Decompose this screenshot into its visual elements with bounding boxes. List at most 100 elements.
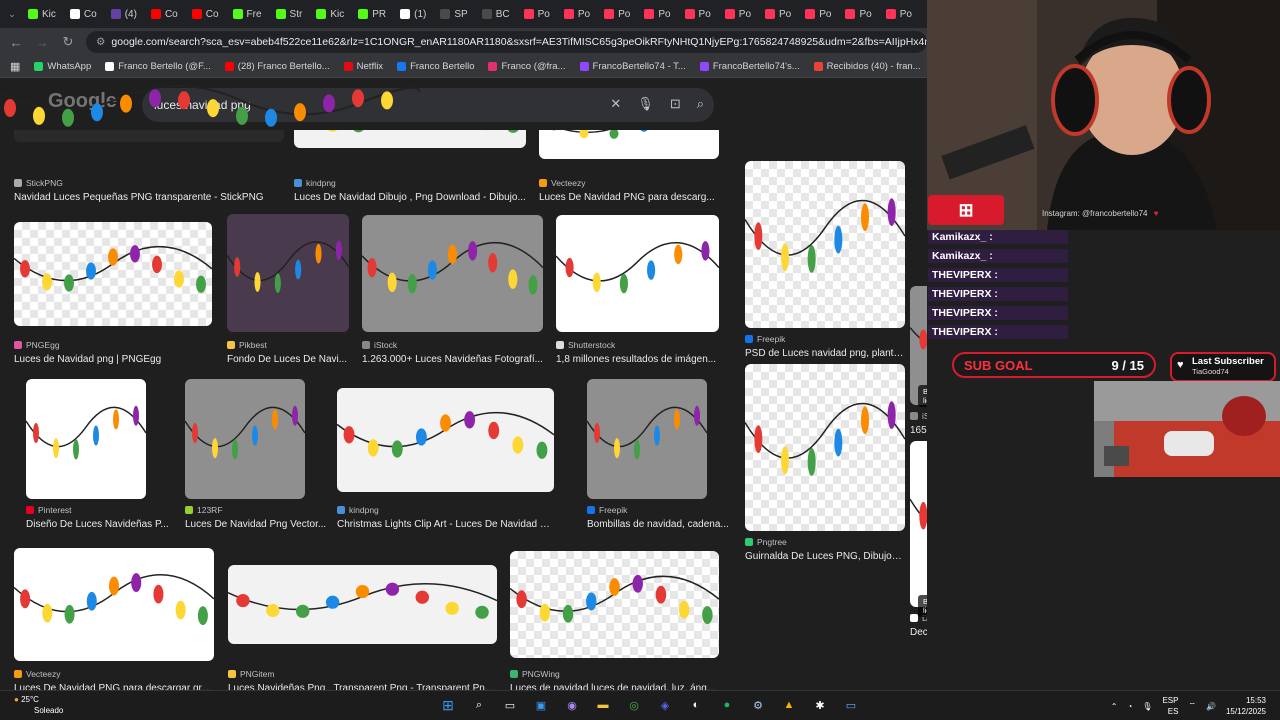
result-source[interactable]: StickPNG xyxy=(14,178,63,188)
result-thumbnail[interactable] xyxy=(228,565,497,644)
back-icon[interactable]: ← xyxy=(8,35,24,50)
browser-tab[interactable]: Co xyxy=(186,3,225,25)
tab-search-icon[interactable]: ⌄ xyxy=(4,9,20,20)
search-input[interactable] xyxy=(154,98,574,112)
steam-icon[interactable]: ⚙ xyxy=(748,695,768,715)
result-source[interactable]: Shutterstock xyxy=(556,340,615,350)
result-source[interactable]: Vecteezy xyxy=(539,178,586,188)
browser-tab[interactable]: Kic xyxy=(310,3,350,25)
result-source[interactable]: kindpng xyxy=(294,178,336,188)
reload-icon[interactable]: ↻ xyxy=(60,34,76,50)
browser-tab[interactable]: Co xyxy=(64,3,103,25)
browser-tab[interactable]: Po xyxy=(880,3,918,25)
result-caption[interactable]: Bombillas de navidad, cadena... xyxy=(587,519,747,530)
browser-tab[interactable]: Po xyxy=(759,3,797,25)
site-info-icon[interactable]: ⚙ xyxy=(96,36,105,48)
result-caption[interactable]: PSD de Luces navidad png, plantillas... xyxy=(745,348,905,359)
result-source[interactable]: kindpng xyxy=(337,505,379,515)
result-source[interactable]: Pikbest xyxy=(227,340,267,350)
chevron-up-icon[interactable]: ⌃ xyxy=(1111,702,1118,711)
browser-tab[interactable]: Fre xyxy=(227,3,268,25)
weather-widget[interactable]: ● 25°C Soleado xyxy=(14,694,63,716)
result-source[interactable]: Freepik xyxy=(587,505,627,515)
result-source[interactable]: Pinterest xyxy=(26,505,72,515)
result-source[interactable]: 123RF xyxy=(185,505,223,515)
windows-start-icon[interactable]: ⊞ xyxy=(438,695,458,715)
result-caption[interactable]: Luces De Navidad Png Vector... xyxy=(185,519,345,530)
browser-tab[interactable]: BC xyxy=(476,3,516,25)
bookmark-item[interactable]: Franco Bertello (@F... xyxy=(105,61,211,72)
drive-icon[interactable]: ▲ xyxy=(779,695,799,715)
volume-icon[interactable]: 🔊 xyxy=(1206,702,1216,711)
result-caption[interactable]: Diseño De Luces Navideñas P... xyxy=(26,519,186,530)
browser-tab[interactable]: Po xyxy=(638,3,676,25)
bookmark-item[interactable]: Franco (@fra... xyxy=(488,61,566,72)
search-box[interactable]: ✕ 🎙 ⊡ ⌕ xyxy=(142,88,714,122)
result-source[interactable]: iStock xyxy=(362,340,397,350)
obs-icon[interactable]: ◉ xyxy=(562,695,582,715)
result-caption[interactable]: 165.300+ Lights Christmas Ilustracione..… xyxy=(910,425,927,436)
result-caption[interactable]: Luces De Navidad PNG para descargar grat… xyxy=(14,683,214,690)
result-source[interactable]: Freepik xyxy=(745,334,785,344)
result-thumbnail[interactable] xyxy=(556,215,719,332)
clock[interactable]: 15:53 15/12/2025 xyxy=(1226,695,1266,717)
browser-tab[interactable]: Po xyxy=(679,3,717,25)
browser-tab[interactable]: Po xyxy=(598,3,636,25)
result-thumbnail[interactable] xyxy=(910,441,927,607)
language-indicator[interactable]: ESP ES xyxy=(1162,695,1178,717)
browser-tab[interactable]: Str xyxy=(270,3,309,25)
search-icon[interactable]: ⌕ xyxy=(697,96,704,112)
result-thumbnail[interactable] xyxy=(337,388,554,492)
mic-icon[interactable]: 🎙 xyxy=(1142,702,1152,711)
wifi-icon[interactable]: ⌔ xyxy=(1188,701,1196,711)
result-thumbnail[interactable] xyxy=(745,161,905,328)
forward-icon[interactable]: → xyxy=(34,35,50,50)
result-thumbnail[interactable] xyxy=(362,215,543,332)
result-source[interactable]: PNGitem xyxy=(228,669,274,679)
result-source[interactable]: PNGEgg xyxy=(14,340,60,350)
chrome-icon[interactable]: ◎ xyxy=(624,695,644,715)
browser-tab[interactable]: Kic xyxy=(22,3,62,25)
browser-tab[interactable]: Po xyxy=(839,3,877,25)
result-thumbnail[interactable] xyxy=(227,214,349,332)
browser-tab[interactable]: Po xyxy=(558,3,596,25)
result-caption[interactable]: Navidad Luces Pequeñas PNG transparente … xyxy=(14,192,284,203)
browser-tab[interactable]: (1) xyxy=(394,3,432,25)
url-field[interactable]: ⚙ google.com/search?sca_esv=abeb4f522ce1… xyxy=(86,31,927,53)
task-view-icon[interactable]: ▭ xyxy=(500,695,520,715)
result-caption[interactable]: Decoración Navideña Con Ramas De... xyxy=(910,627,927,638)
apps-grid-icon[interactable]: ▦ xyxy=(10,60,20,73)
result-caption[interactable]: Luces De Navidad Dibujo , Png Download -… xyxy=(294,192,526,203)
result-thumbnail[interactable] xyxy=(587,379,707,499)
result-source[interactable]: Vecteezy xyxy=(14,669,61,679)
result-caption[interactable]: Luces de Navidad png | PNGEgg xyxy=(14,354,212,365)
result-source[interactable]: iStock xyxy=(910,411,927,421)
bookmark-item[interactable]: FrancoBertello74's... xyxy=(699,61,800,72)
bookmark-item[interactable]: Netflix xyxy=(343,61,383,72)
microphone-icon[interactable]: 🎙 xyxy=(637,96,654,112)
result-caption[interactable]: 1.263.000+ Luces Navideñas Fotografí... xyxy=(362,354,543,365)
result-caption[interactable]: 1,8 millones resultados de imágen... xyxy=(556,354,719,365)
browser-tab[interactable]: Po xyxy=(518,3,556,25)
result-caption[interactable]: Luces Navideñas Png , Transparent Png - … xyxy=(228,683,497,690)
bookmark-item[interactable]: Franco Bertello xyxy=(397,61,474,72)
monitor-icon[interactable]: ▭ xyxy=(841,695,861,715)
result-source[interactable]: PNGWing xyxy=(510,669,560,679)
settings-icon[interactable]: ✱ xyxy=(810,695,830,715)
search-icon[interactable]: ⌕ xyxy=(469,695,489,715)
clear-icon[interactable]: ✕ xyxy=(610,96,621,112)
result-thumbnail[interactable] xyxy=(745,364,905,531)
browser-tab[interactable]: PR xyxy=(352,3,392,25)
discord-icon[interactable]: ◈ xyxy=(655,695,675,715)
browser-tab[interactable]: SP xyxy=(434,3,473,25)
result-caption[interactable]: Christmas Lights Clip Art - Luces De Nav… xyxy=(337,519,554,530)
bookmark-item[interactable]: Recibidos (40) - fran... xyxy=(813,61,921,72)
browser-tab[interactable]: Co xyxy=(145,3,184,25)
result-thumbnail[interactable] xyxy=(14,222,212,326)
store-icon[interactable]: ▣ xyxy=(531,695,551,715)
spotify-icon[interactable]: ● xyxy=(717,695,737,715)
result-caption[interactable]: Luces De Navidad PNG para descarg... xyxy=(539,192,719,203)
result-thumbnail[interactable] xyxy=(26,379,146,499)
result-caption[interactable]: Luces de navidad luces de navidad, luz, … xyxy=(510,683,719,690)
bookmark-item[interactable]: (28) Franco Bertello... xyxy=(224,61,330,72)
